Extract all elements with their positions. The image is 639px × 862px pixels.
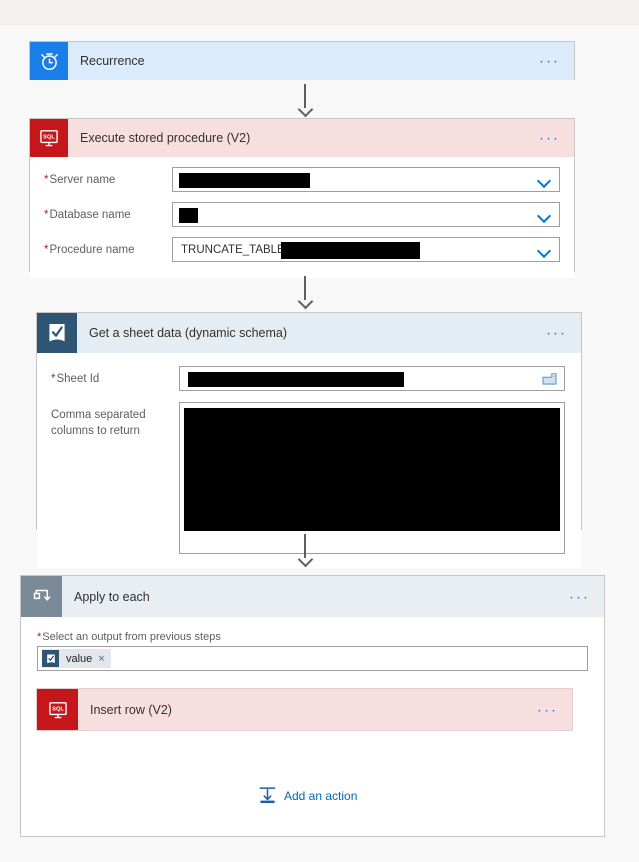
columns-to-return-redaction	[184, 408, 560, 531]
procedure-name-chevron-down-icon[interactable]	[538, 246, 551, 254]
procedure-name-label: *Procedure name	[44, 244, 135, 256]
step-card-get-sheet-data[interactable]: Get a sheet data (dynamic schema) ··· *S…	[36, 312, 582, 568]
svg-text:SQL: SQL	[52, 706, 64, 712]
flow-designer-canvas: Recurrence ··· SQL Execute stored proced…	[0, 0, 639, 862]
apply-to-each-header[interactable]: Apply to each ···	[21, 576, 604, 617]
get-sheet-data-body: *Sheet Id Comma separated columns to ret…	[37, 353, 581, 568]
get-sheet-data-header[interactable]: Get a sheet data (dynamic schema) ···	[37, 313, 581, 353]
add-an-action-button[interactable]: Add an action	[259, 786, 357, 805]
server-name-input[interactable]	[172, 167, 560, 192]
canvas-top-divider	[0, 0, 639, 25]
select-output-label: *Select an output from previous steps	[37, 631, 221, 643]
required-indicator: *	[37, 631, 42, 643]
get-sheet-data-title: Get a sheet data (dynamic schema)	[89, 326, 288, 340]
apply-to-each-body: *Select an output from previous steps va…	[21, 617, 604, 671]
insert-action-icon	[259, 786, 276, 805]
sheet-id-label: *Sheet Id	[51, 373, 100, 385]
execute-stored-procedure-header[interactable]: SQL Execute stored procedure (V2) ···	[30, 119, 574, 157]
add-an-action-label: Add an action	[284, 788, 358, 803]
procedure-name-redaction	[281, 242, 420, 259]
columns-to-return-label: Comma separated columns to return	[51, 409, 146, 437]
alarm-clock-icon	[30, 42, 68, 80]
loop-icon	[21, 576, 62, 617]
procedure-name-value: TRUNCATE_TABLE_S	[181, 243, 299, 256]
apply-to-each-overflow-menu[interactable]: ···	[569, 589, 590, 604]
database-name-redaction	[179, 208, 198, 223]
dynamic-content-token-value[interactable]: value ×	[42, 649, 111, 668]
connector-arrow-3	[298, 558, 312, 567]
insert-row-title: Insert row (V2)	[90, 702, 172, 717]
apply-to-each-title: Apply to each	[74, 589, 150, 604]
server-name-redaction	[179, 173, 310, 188]
database-name-label: *Database name	[44, 209, 131, 221]
field-row-database-name: *Database name	[44, 202, 560, 227]
sheet-id-folder-icon[interactable]	[542, 372, 557, 385]
execute-stored-procedure-body: *Server name *Database name *Procedure n…	[30, 157, 574, 278]
field-row-sheet-id: *Sheet Id	[51, 366, 565, 391]
smartsheet-check-icon	[37, 313, 77, 353]
step-card-execute-stored-procedure[interactable]: SQL Execute stored procedure (V2) ··· *S…	[29, 118, 575, 278]
server-name-label: *Server name	[44, 174, 116, 186]
select-output-input[interactable]: value ×	[37, 646, 588, 671]
recurrence-title: Recurrence	[80, 54, 145, 68]
database-name-input[interactable]	[172, 202, 560, 227]
server-name-chevron-down-icon[interactable]	[538, 176, 551, 184]
step-card-recurrence[interactable]: Recurrence ···	[29, 41, 575, 80]
field-row-columns-to-return: Comma separated columns to return	[51, 402, 565, 554]
svg-text:SQL: SQL	[43, 135, 55, 141]
execute-stored-procedure-title: Execute stored procedure (V2)	[80, 131, 251, 145]
sheet-id-redaction	[188, 372, 404, 387]
smartsheet-check-icon	[42, 650, 59, 667]
sql-server-icon: SQL	[37, 689, 78, 730]
sql-server-icon: SQL	[30, 119, 68, 157]
sheet-id-input[interactable]	[179, 366, 565, 391]
required-indicator: *	[44, 244, 49, 256]
insert-row-header[interactable]: SQL Insert row (V2) ···	[37, 689, 572, 730]
connector-arrow-1	[298, 108, 312, 117]
token-label: value	[66, 652, 93, 665]
connector-arrow-2	[298, 300, 312, 309]
required-indicator: *	[44, 209, 49, 221]
get-sheet-data-overflow-menu[interactable]: ···	[546, 326, 567, 341]
insert-row-overflow-menu[interactable]: ···	[537, 702, 558, 717]
database-name-chevron-down-icon[interactable]	[538, 211, 551, 219]
required-indicator: *	[51, 373, 56, 385]
field-row-server-name: *Server name	[44, 167, 560, 192]
recurrence-overflow-menu[interactable]: ···	[539, 54, 560, 69]
columns-to-return-textarea[interactable]	[179, 402, 565, 554]
token-remove-icon[interactable]: ×	[98, 653, 104, 665]
step-card-insert-row[interactable]: SQL Insert row (V2) ···	[36, 688, 573, 731]
field-row-procedure-name: *Procedure name TRUNCATE_TABLE_S	[44, 237, 560, 262]
execute-stored-procedure-overflow-menu[interactable]: ···	[539, 131, 560, 146]
required-indicator: *	[44, 174, 49, 186]
recurrence-header[interactable]: Recurrence ···	[30, 42, 574, 80]
procedure-name-input[interactable]: TRUNCATE_TABLE_S	[172, 237, 560, 262]
